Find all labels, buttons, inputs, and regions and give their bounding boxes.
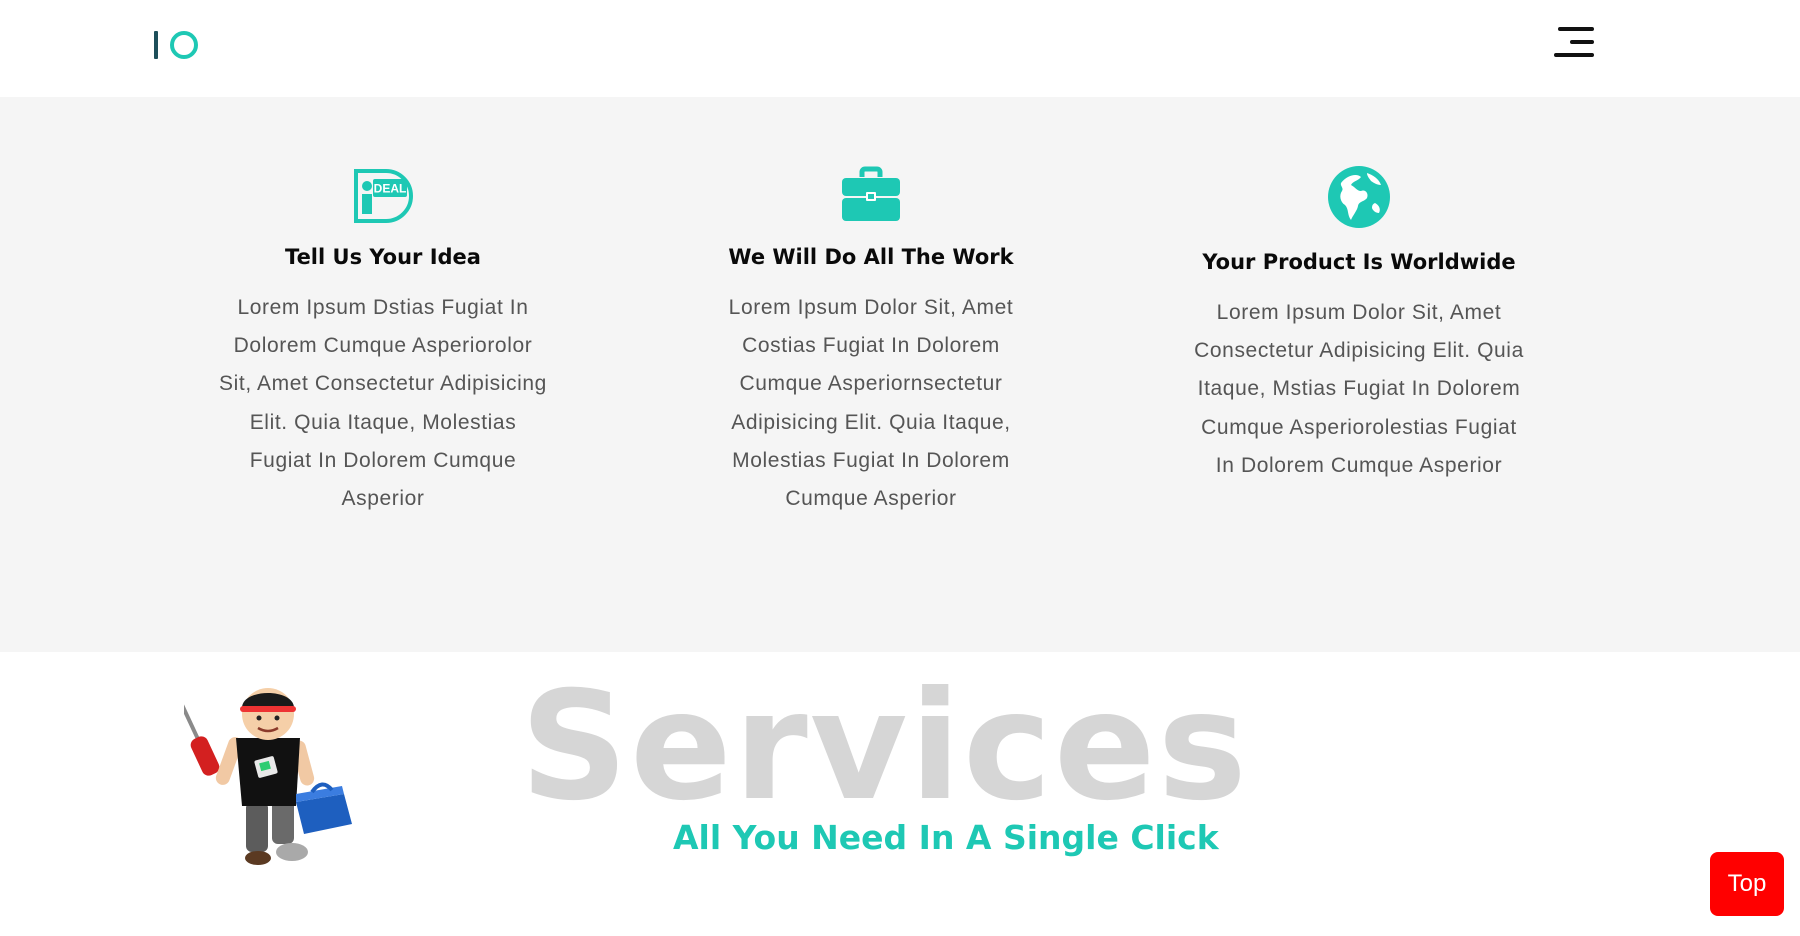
menu-line [1558, 27, 1594, 31]
feature-description: Lorem Ipsum Dolor Sit, Amet Consectetur … [1194, 301, 1524, 477]
logo-ring-mark [170, 31, 198, 59]
briefcase-icon [842, 166, 900, 221]
feature-title: We Will Do All The Work [728, 245, 1014, 269]
services-section: Services All You Need In A Single Click [0, 652, 1800, 936]
feature-idea: DEAL Tell Us Your Idea Lorem Ipsum Dstia… [213, 165, 553, 518]
feature-title: Your Product Is Worldwide [1202, 250, 1516, 274]
services-subheading: All You Need In A Single Click [673, 818, 1219, 857]
menu-line [1554, 53, 1594, 57]
services-heading-watermark: Services [520, 660, 1249, 834]
hamburger-menu-icon[interactable] [1552, 27, 1594, 59]
feature-description: Lorem Ipsum Dstias Fugiat In Dolorem Cum… [219, 296, 547, 511]
feature-description: Lorem Ipsum Dolor Sit, Amet Costias Fugi… [728, 296, 1014, 511]
globe-icon [1328, 166, 1390, 228]
menu-line [1570, 40, 1594, 44]
site-logo[interactable] [154, 30, 200, 60]
feature-title: Tell Us Your Idea [285, 245, 481, 269]
ideal-icon-text: DEAL [374, 182, 407, 196]
handyman-mascot-illustration [184, 688, 352, 865]
feature-worldwide: Your Product Is Worldwide Lorem Ipsum Do… [1189, 165, 1529, 485]
site-header [0, 0, 1800, 97]
ideal-icon: DEAL [354, 169, 413, 223]
feature-work: We Will Do All The Work Lorem Ipsum Dolo… [701, 165, 1041, 518]
logo-bar-mark [154, 31, 158, 59]
back-to-top-button[interactable]: Top [1710, 852, 1784, 916]
features-section: DEAL Tell Us Your Idea Lorem Ipsum Dstia… [0, 97, 1800, 652]
